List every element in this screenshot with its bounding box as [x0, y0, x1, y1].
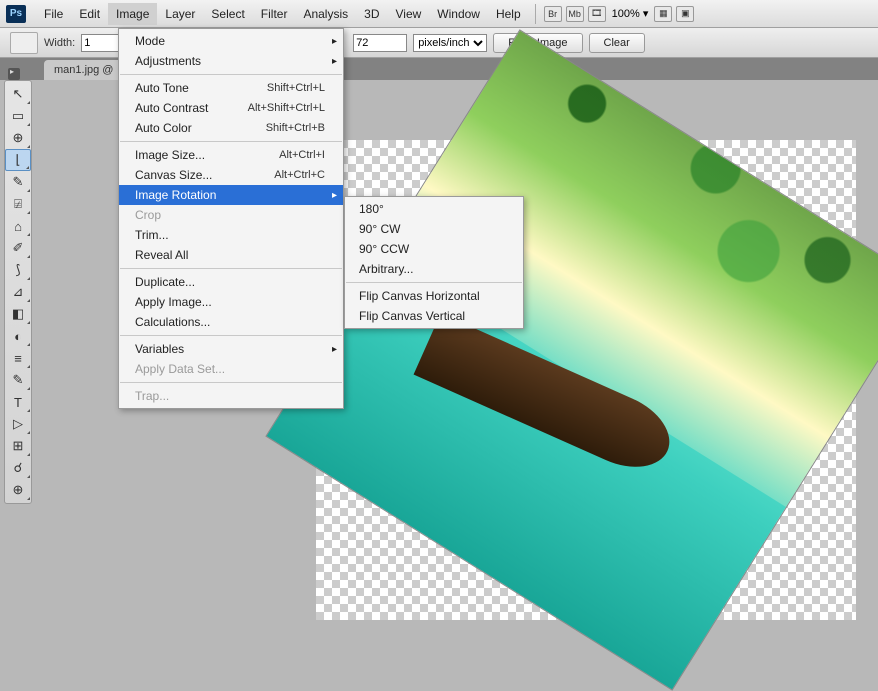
clear-button[interactable]: Clear [589, 33, 645, 53]
width-field[interactable] [81, 34, 121, 52]
mini-bridge-icon[interactable]: Mb [566, 6, 584, 22]
menu-filter[interactable]: Filter [253, 3, 296, 25]
tool-16[interactable]: ⊞ [5, 435, 31, 457]
tool-4[interactable]: ✎ [5, 171, 31, 193]
tool-5[interactable]: ⍯ [5, 193, 31, 215]
submenu-item-180[interactable]: 180° [345, 199, 523, 219]
tool-17[interactable]: ☌ [5, 457, 31, 479]
menu-item-auto-color[interactable]: Auto ColorShift+Ctrl+B [119, 118, 343, 138]
menu-item-mode[interactable]: Mode▸ [119, 31, 343, 51]
menu-item-trap: Trap... [119, 386, 343, 406]
image-menu-dropdown: Mode▸Adjustments▸Auto ToneShift+Ctrl+LAu… [118, 28, 344, 409]
submenu-item-arbitrary[interactable]: Arbitrary... [345, 259, 523, 279]
menu-item-duplicate[interactable]: Duplicate... [119, 272, 343, 292]
submenu-item-flip-canvas-vertical[interactable]: Flip Canvas Vertical [345, 306, 523, 326]
image-rotation-submenu: 180°90° CW90° CCWArbitrary... Flip Canvas… [344, 196, 524, 329]
document-tab[interactable]: man1.jpg @ [44, 60, 123, 80]
menu-item-canvas-size[interactable]: Canvas Size...Alt+Ctrl+C [119, 165, 343, 185]
tool-8[interactable]: ⟆ [5, 259, 31, 281]
resolution-unit-select[interactable]: pixels/inch [413, 34, 487, 52]
menu-window[interactable]: Window [429, 3, 488, 25]
tool-14[interactable]: T [5, 391, 31, 413]
tool-11[interactable]: ◐ [5, 325, 31, 347]
tool-12[interactable]: ≡ [5, 347, 31, 369]
menu-item-auto-tone[interactable]: Auto ToneShift+Ctrl+L [119, 78, 343, 98]
menu-select[interactable]: Select [203, 3, 252, 25]
submenu-item-90-ccw[interactable]: 90° CCW [345, 239, 523, 259]
menu-item-image-size[interactable]: Image Size...Alt+Ctrl+I [119, 145, 343, 165]
tool-1[interactable]: ▭ [5, 105, 31, 127]
tool-15[interactable]: ▷ [5, 413, 31, 435]
resolution-field[interactable] [353, 34, 407, 52]
tool-6[interactable]: ⌂ [5, 215, 31, 237]
menu-item-trim[interactable]: Trim... [119, 225, 343, 245]
zoom-level[interactable]: 100% ▾ [608, 7, 653, 20]
tool-3[interactable]: ⌊ [5, 149, 31, 171]
menu-item-reveal-all[interactable]: Reveal All [119, 245, 343, 265]
width-label: Width: [44, 37, 75, 49]
arrange-icon[interactable]: ▦ [654, 6, 672, 22]
menu-item-image-rotation[interactable]: Image Rotation▸ [119, 185, 343, 205]
menu-item-calculations[interactable]: Calculations... [119, 312, 343, 332]
tool-9[interactable]: ⊿ [5, 281, 31, 303]
app-logo: Ps [6, 5, 26, 23]
menu-separator [535, 4, 536, 24]
menu-analysis[interactable]: Analysis [295, 3, 356, 25]
menu-item-variables[interactable]: Variables▸ [119, 339, 343, 359]
screenmode-icon[interactable]: ▣ [676, 6, 694, 22]
menu-item-adjustments[interactable]: Adjustments▸ [119, 51, 343, 71]
submenu-item-flip-canvas-horizontal[interactable]: Flip Canvas Horizontal [345, 286, 523, 306]
tool-18[interactable]: ⊕ [5, 479, 31, 501]
bridge-icon[interactable]: Br [544, 6, 562, 22]
tool-0[interactable]: ↖ [5, 83, 31, 105]
tools-panel: ↖▭⊕⌊✎⍯⌂✐⟆⊿◧◐≡✎T▷⊞☌⊕ [4, 80, 32, 504]
menu-3d[interactable]: 3D [356, 3, 387, 25]
menu-image[interactable]: Image [108, 3, 157, 25]
tool-13[interactable]: ✎ [5, 369, 31, 391]
crop-tool-preset-button[interactable] [10, 32, 38, 54]
menu-help[interactable]: Help [488, 3, 529, 25]
tool-2[interactable]: ⊕ [5, 127, 31, 149]
menu-item-crop: Crop [119, 205, 343, 225]
menu-item-apply-image[interactable]: Apply Image... [119, 292, 343, 312]
menu-view[interactable]: View [387, 3, 429, 25]
menu-bar: Ps FileEditImageLayerSelectFilterAnalysi… [0, 0, 878, 28]
panel-collapse-toggle[interactable] [8, 68, 20, 80]
menu-edit[interactable]: Edit [71, 3, 108, 25]
film-icon[interactable]: 🎞 [588, 6, 606, 22]
menu-file[interactable]: File [36, 3, 71, 25]
menu-item-auto-contrast[interactable]: Auto ContrastAlt+Shift+Ctrl+L [119, 98, 343, 118]
submenu-item-90-cw[interactable]: 90° CW [345, 219, 523, 239]
tool-7[interactable]: ✐ [5, 237, 31, 259]
menu-item-apply-data-set: Apply Data Set... [119, 359, 343, 379]
tool-10[interactable]: ◧ [5, 303, 31, 325]
menu-layer[interactable]: Layer [157, 3, 203, 25]
